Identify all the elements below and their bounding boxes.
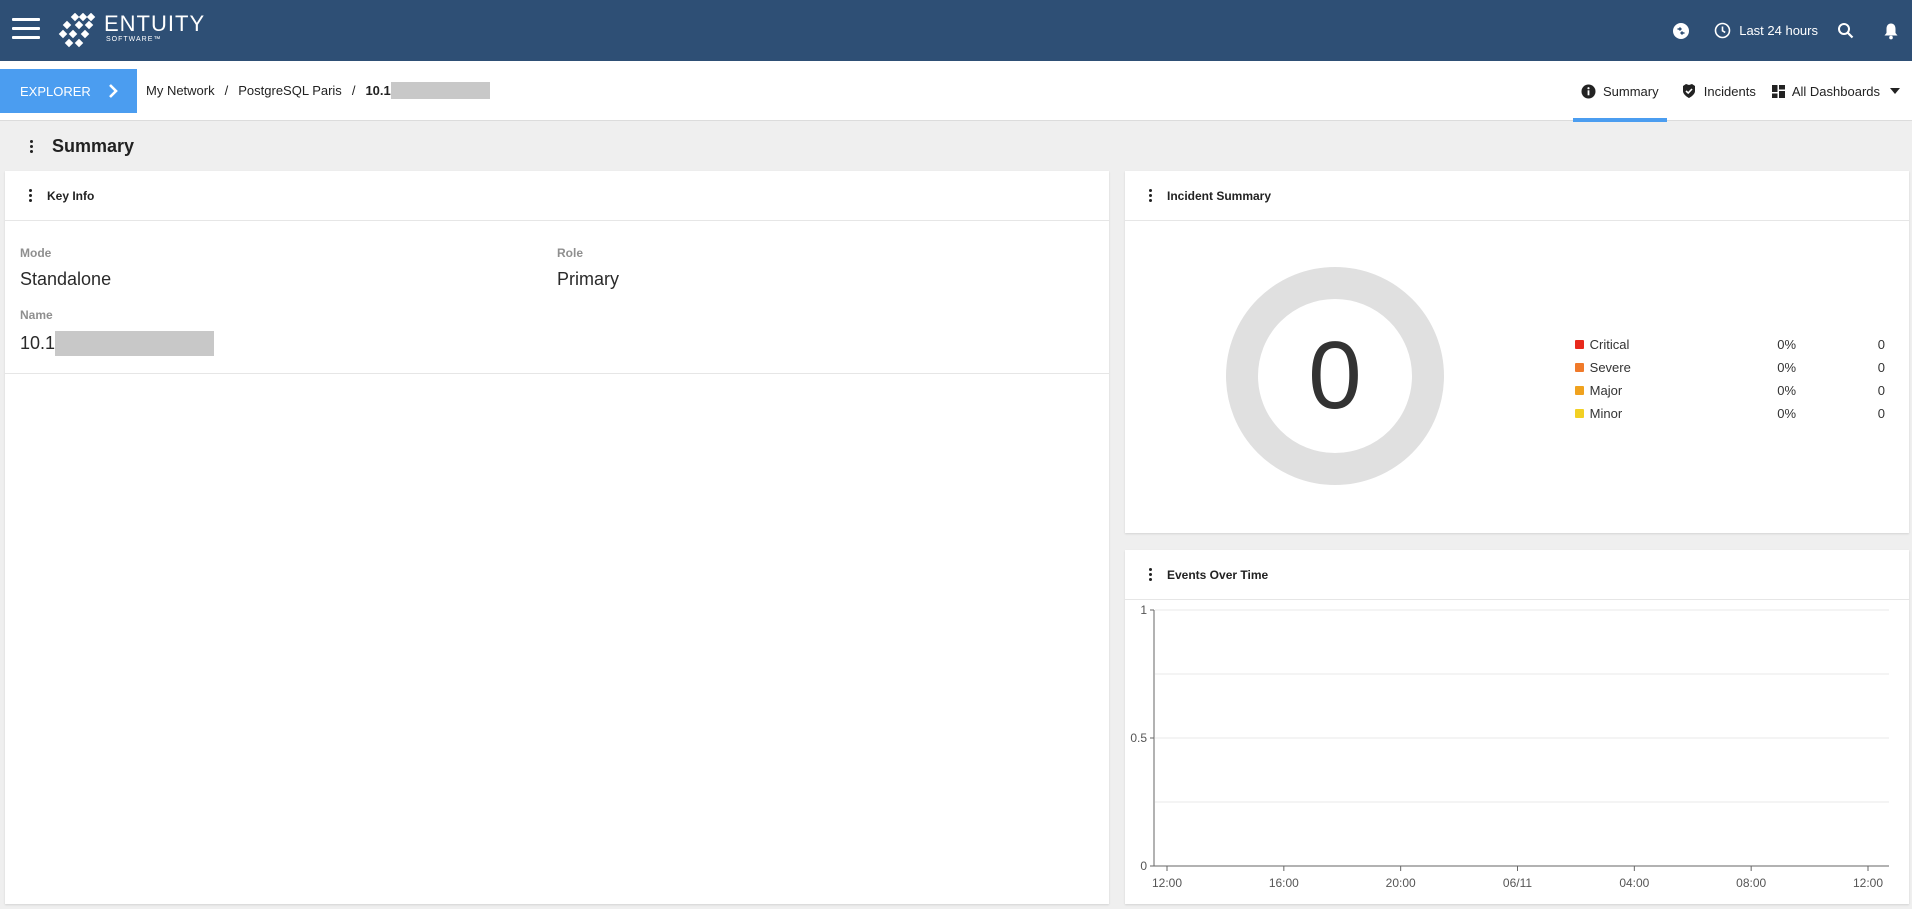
dashboard-tabs: Summary Incidents All Dashboards [1572,61,1912,122]
legend-swatch-minor [1575,409,1584,418]
caret-down-icon [1890,88,1900,94]
legend-row-critical[interactable]: Critical 0% 0 [1575,333,1885,356]
x-tick-label: 08:00 [1736,876,1766,890]
user-switch-icon[interactable] [1670,20,1692,42]
legend-count: 0 [1877,406,1885,421]
dashboard-grid-icon [1771,84,1785,98]
name-label: Name [20,308,53,322]
legend-percent: 0% [1777,383,1797,398]
tab-summary-label: Summary [1602,83,1659,99]
incident-summary-panel: Incident Summary 0 Critical 0% 0 Severe … [1125,171,1909,533]
role-label: Role [557,246,584,260]
y-tick-label: 1 [1140,603,1147,617]
legend-swatch-critical [1575,340,1584,349]
legend-row-minor[interactable]: Minor 0% 0 [1575,402,1885,425]
legend-row-severe[interactable]: Severe 0% 0 [1575,356,1885,379]
x-tick-label: 20:00 [1386,876,1416,890]
legend-name: Severe [1589,360,1631,375]
x-tick-label: 04:00 [1619,876,1649,890]
name-value: 10.1 [20,331,215,356]
legend-percent: 0% [1777,337,1797,352]
name-field: Name 10.1 [20,308,215,356]
breadcrumb-current-prefix: 10.1 [365,83,391,98]
role-value: Primary [557,269,619,289]
events-chart[interactable]: 0 0.5 1 12:00 16:00 20:00 06/11 04:00 08:00 12:00 [1125,600,1909,904]
x-tick-label: 12:00 [1152,876,1182,890]
legend-count: 0 [1877,360,1885,375]
events-over-time-panel: Events Over Time 0 0.5 1 12:00 16:00 20:00 06/… [1125,550,1909,904]
time-range-selector[interactable]: Last 24 hours [1714,22,1818,39]
breadcrumb: My Network / PostgreSQL Paris / 10.1 [146,82,490,99]
x-tick-label: 06/11 [1503,876,1532,890]
legend-count: 0 [1877,383,1885,398]
legend-percent: 0% [1777,360,1797,375]
page-title-row: Summary [0,122,1912,170]
redacted-block [390,82,490,99]
tab-all-dashboards-label: All Dashboards [1791,83,1880,99]
events-menu-icon[interactable] [1143,566,1157,584]
key-info-panel: Key Info Mode Standalone Role Primary Na… [5,171,1109,904]
top-bar: ENTUITY SOFTWARE™ Last 24 hours [0,0,1912,61]
events-title: Events Over Time [1167,567,1269,582]
legend-name: Minor [1589,406,1623,421]
tab-incidents[interactable]: Incidents [1673,61,1764,121]
tab-summary[interactable]: Summary [1572,61,1667,122]
logo-subtitle: SOFTWARE™ [106,36,162,43]
menu-icon[interactable] [12,18,40,42]
incident-shield-icon [1681,83,1697,99]
incident-total: 0 [1308,322,1362,429]
breadcrumb-my-network[interactable]: My Network [146,83,215,98]
page-menu-icon[interactable] [24,137,38,155]
legend-row-major[interactable]: Major 0% 0 [1575,379,1885,402]
logo-name: ENTUITY [104,11,206,36]
chevron-right-icon [108,84,118,98]
y-tick-label: 0 [1140,859,1147,873]
legend-swatch-major [1575,386,1584,395]
mode-label: Mode [20,246,52,260]
explorer-button[interactable]: EXPLORER [0,69,137,113]
sub-header: EXPLORER My Network / PostgreSQL Paris /… [0,61,1912,122]
incident-donut: 0 [1225,266,1445,486]
name-value-prefix: 10.1 [20,333,56,353]
mode-value: Standalone [20,269,112,289]
incident-summary-title: Incident Summary [1167,188,1272,203]
legend-count: 0 [1877,337,1885,352]
incident-legend: Critical 0% 0 Severe 0% 0 Major 0% 0 Min… [1575,333,1885,425]
x-tick-label: 12:00 [1853,876,1883,890]
clock-icon [1714,22,1731,39]
key-info-title: Key Info [47,188,95,203]
explorer-label: EXPLORER [20,83,91,99]
mode-field: Mode Standalone [20,246,111,290]
tab-all-dashboards[interactable]: All Dashboards [1764,61,1912,121]
breadcrumb-separator: / [224,83,229,98]
redacted-block [55,331,215,356]
tab-incidents-label: Incidents [1703,83,1756,99]
info-icon [1581,84,1596,99]
y-tick-label: 0.5 [1130,731,1147,745]
time-range-label: Last 24 hours [1739,23,1818,38]
key-info-menu-icon[interactable] [23,187,37,205]
legend-name: Critical [1589,337,1630,352]
incident-summary-menu-icon[interactable] [1143,187,1157,205]
legend-percent: 0% [1777,406,1797,421]
breadcrumb-current-device: 10.1 [365,82,490,99]
entuity-logo-icon [58,13,96,48]
x-tick-label: 16:00 [1269,876,1299,890]
page-title: Summary [52,135,135,156]
search-icon[interactable] [1834,20,1856,42]
legend-name: Major [1589,383,1623,398]
app-logo[interactable]: ENTUITY SOFTWARE™ [58,13,205,49]
legend-swatch-severe [1575,363,1584,372]
breadcrumb-postgresql-paris[interactable]: PostgreSQL Paris [238,83,342,98]
breadcrumb-separator: / [351,83,356,98]
role-field: Role Primary [557,246,619,290]
bell-icon[interactable] [1880,20,1902,42]
